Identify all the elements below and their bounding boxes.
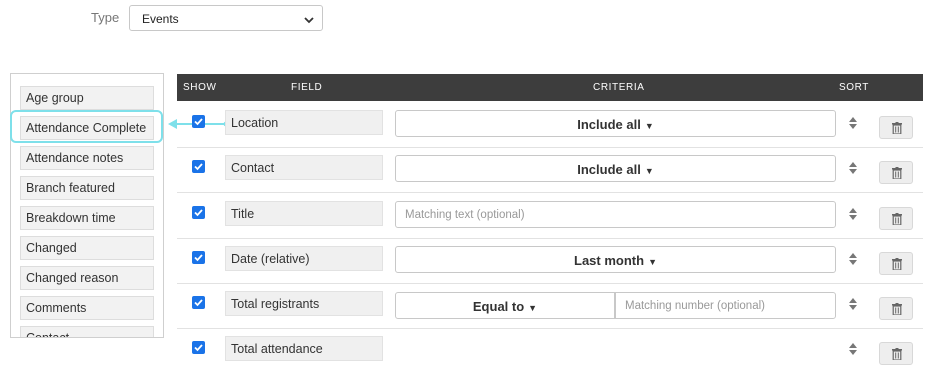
caret-down-icon: ▼ [644,165,654,176]
field-item-branch-featured[interactable]: Branch featured [20,176,154,200]
type-label: Type [91,10,120,25]
delete-button[interactable] [879,252,913,275]
field-name: Date (relative) [225,246,383,271]
operator-select-value: Equal to [472,299,525,314]
trash-icon [892,348,902,360]
trash-icon [892,167,902,179]
table-row: Title Matching text (optional) [177,194,923,239]
trash-icon [892,213,902,225]
show-checkbox[interactable] [192,160,205,173]
table-row: Contact Include all ▼ [177,148,923,193]
field-name: Total registrants [225,291,383,316]
operator-select[interactable]: Equal to ▼ [395,292,615,319]
delete-button[interactable] [879,297,913,320]
delete-button[interactable] [879,116,913,139]
field-item-age-group[interactable]: Age group [20,86,154,110]
header-show: SHOW [183,82,217,93]
field-item-attendance-notes[interactable]: Attendance notes [20,146,154,170]
sort-icon[interactable] [849,207,857,225]
chevron-down-icon [304,13,314,27]
table-row: Date (relative) Last month ▼ [177,239,923,284]
delete-button[interactable] [879,161,913,184]
caret-down-icon: ▼ [648,256,657,267]
table-row: Total registrants Equal to ▼ Matching num… [177,284,923,329]
drag-highlight [10,110,163,143]
show-checkbox[interactable] [192,115,205,128]
field-item-breakdown-time[interactable]: Breakdown time [20,206,154,230]
field-item-changed-reason[interactable]: Changed reason [20,266,154,290]
field-name: Total attendance [225,336,383,361]
field-name: Contact [225,155,383,180]
criteria-select-value: Include all [577,117,641,132]
caret-down-icon: ▼ [644,120,654,131]
header-criteria: CRITERIA [593,82,645,93]
field-item-contact[interactable]: Contact [20,326,154,337]
field-name: Title [225,201,383,226]
header-field: FIELD [291,82,323,93]
matching-number-input[interactable]: Matching number (optional) [615,292,836,319]
sort-icon[interactable] [849,161,857,179]
trash-icon [892,303,902,315]
header-sort: SORT [839,82,869,93]
field-item-changed[interactable]: Changed [20,236,154,260]
sort-icon[interactable] [849,297,857,315]
matching-text-input[interactable]: Matching text (optional) [395,201,836,228]
sort-icon[interactable] [849,116,857,134]
show-checkbox[interactable] [192,296,205,309]
table-row: Location Include all ▼ [177,103,923,148]
criteria-select[interactable]: Last month ▼ [395,246,836,273]
criteria-select-value: Include all [577,162,641,177]
delete-button[interactable] [879,342,913,365]
field-name: Location [225,110,383,135]
trash-icon [892,122,902,134]
trash-icon [892,258,902,270]
caret-down-icon: ▼ [528,302,538,313]
criteria-select-value: Last month [574,253,645,268]
delete-button[interactable] [879,207,913,230]
field-item-comments[interactable]: Comments [20,296,154,320]
type-select-value: Events [142,12,179,26]
type-select[interactable]: Events [129,5,323,31]
sort-icon[interactable] [849,342,857,360]
criteria-select[interactable]: Include all ▼ [395,110,836,137]
show-checkbox[interactable] [192,206,205,219]
sort-icon[interactable] [849,252,857,270]
show-checkbox[interactable] [192,341,205,354]
criteria-select[interactable]: Include all ▼ [395,155,836,182]
report-table-header: SHOW FIELD CRITERIA SORT [177,74,923,101]
table-row: Total attendance [177,329,923,374]
show-checkbox[interactable] [192,251,205,264]
